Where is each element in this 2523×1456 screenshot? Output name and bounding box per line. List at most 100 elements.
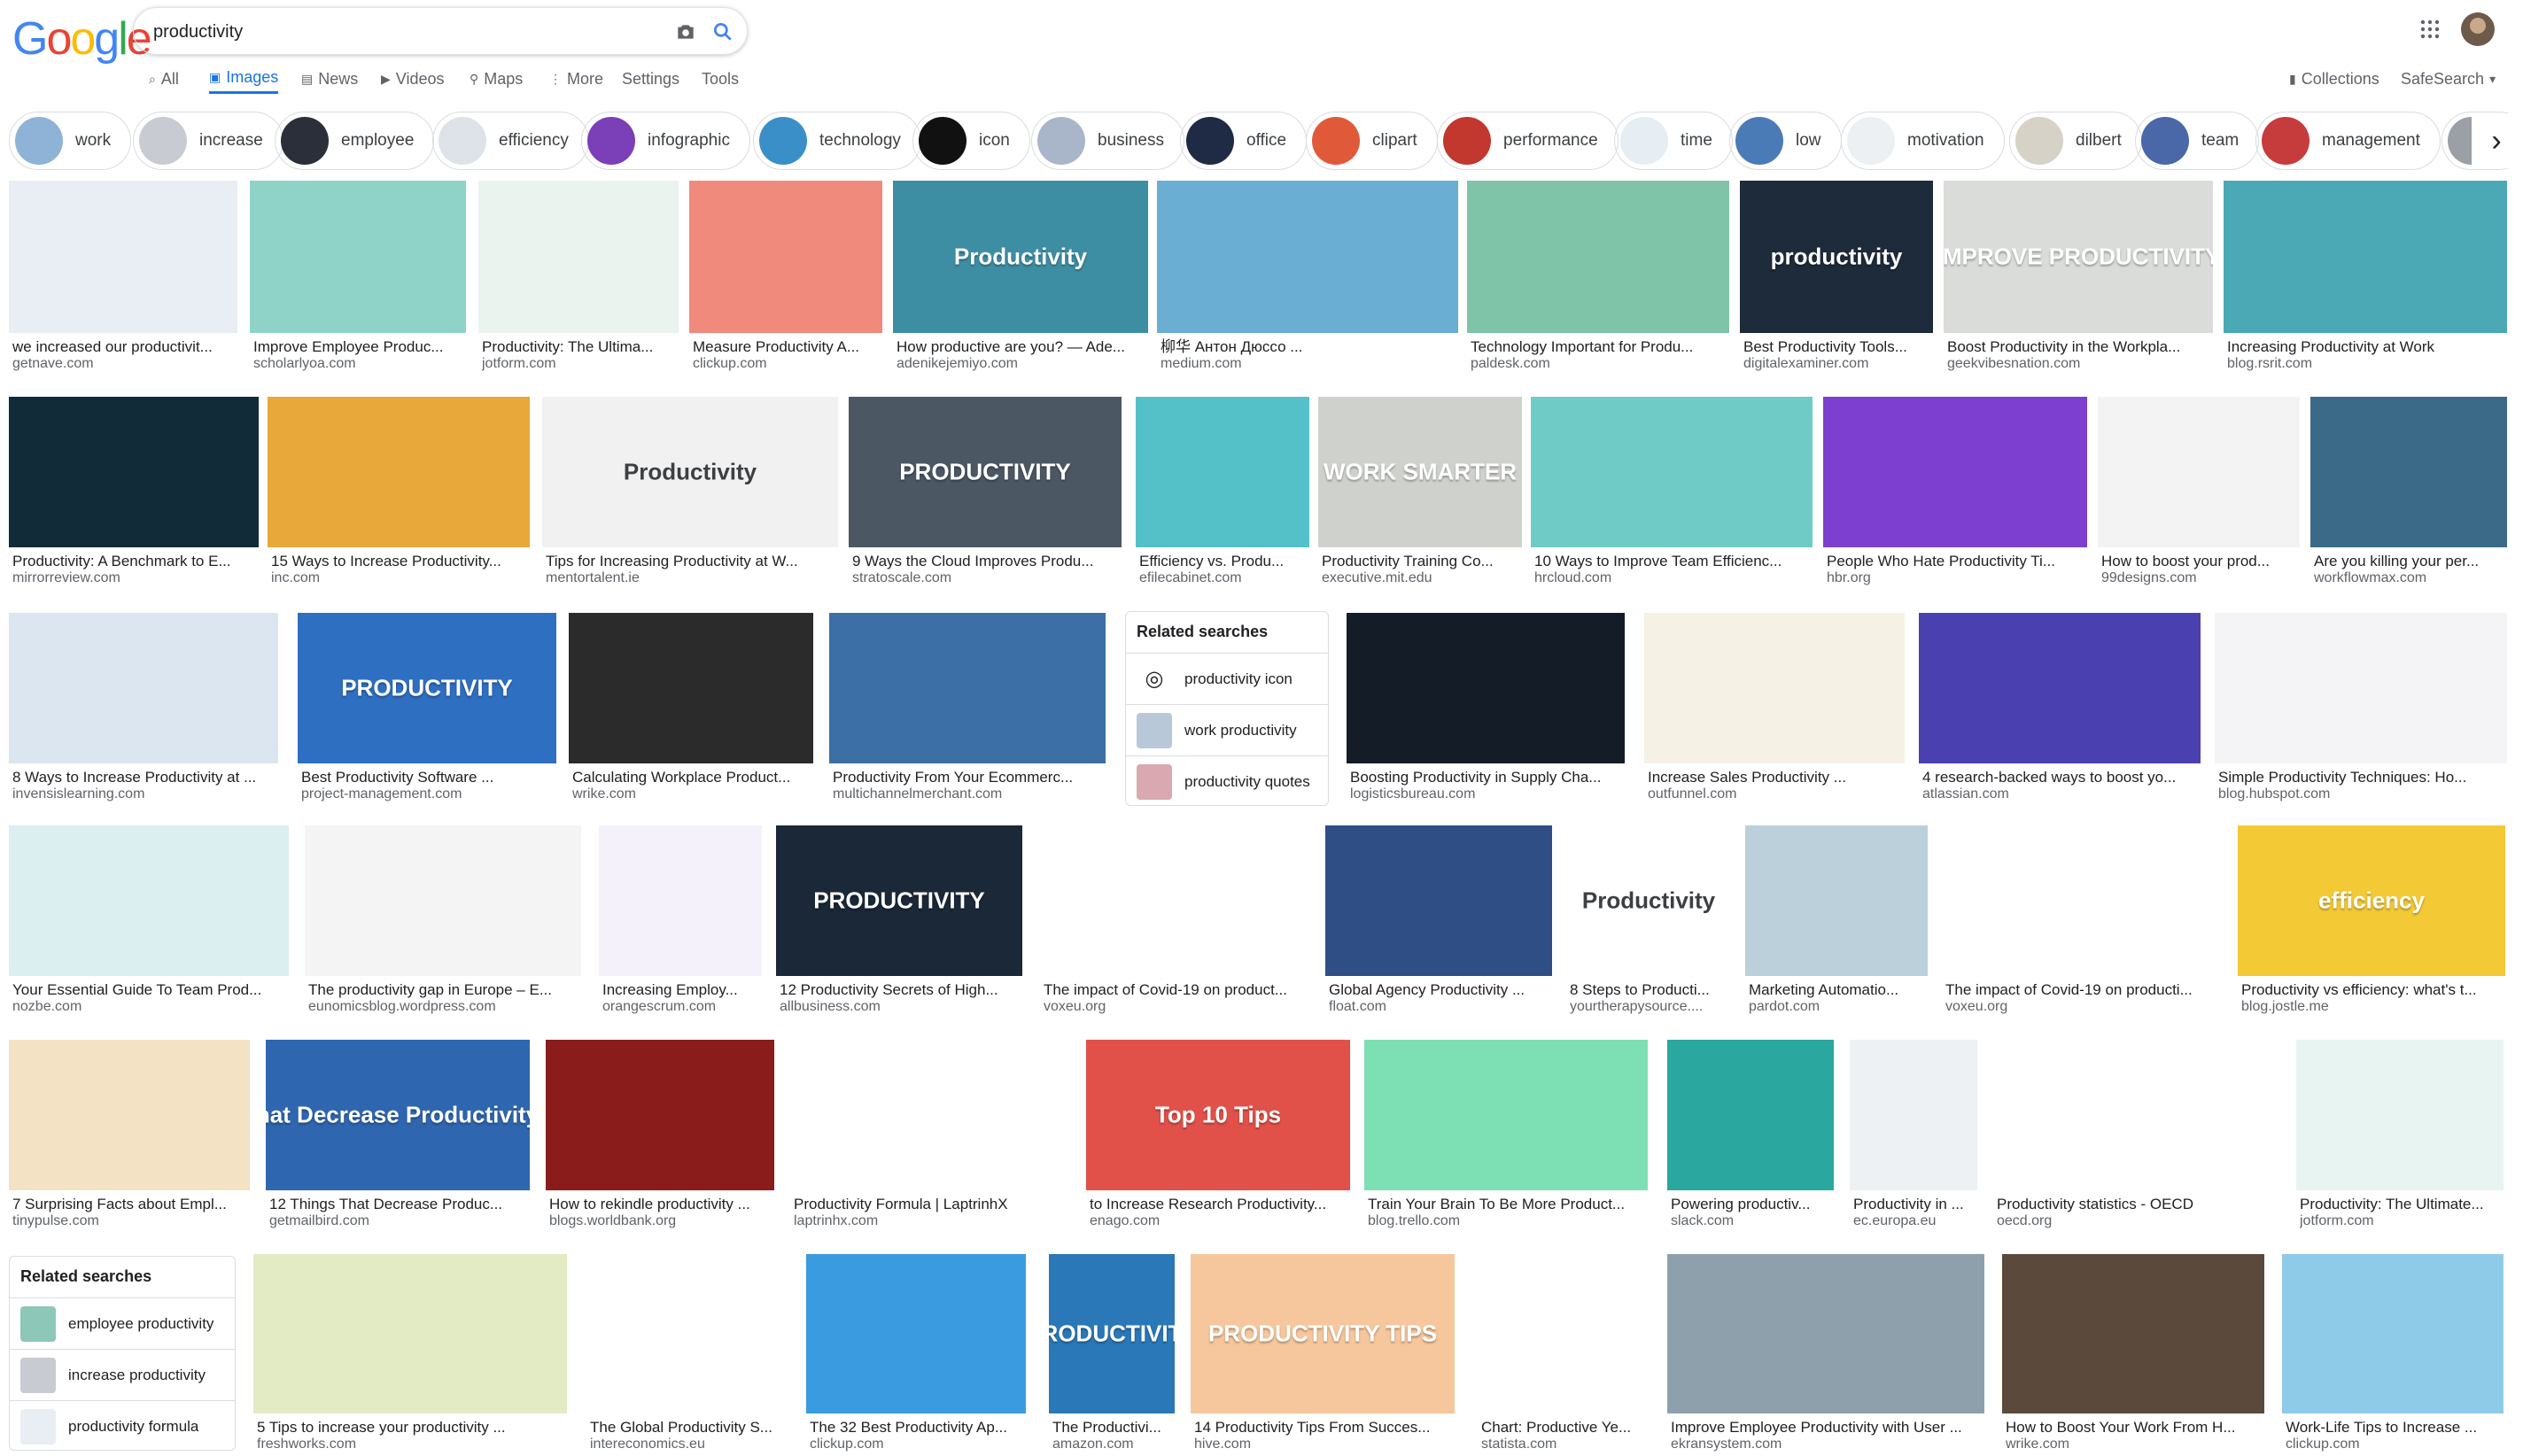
image-thumbnail[interactable]: PRODUCTIVITY: [849, 397, 1122, 547]
result-title[interactable]: Measure Productivity A...: [693, 338, 879, 356]
image-result[interactable]: Productivity Formula | LaptrinhX laptrinh…: [790, 1040, 1070, 1229]
result-source[interactable]: allbusiness.com: [780, 999, 1019, 1015]
image-result[interactable]: Increase Sales Productivity ... outfunnel…: [1644, 613, 1905, 802]
result-title[interactable]: 9 Ways the Cloud Improves Produ...: [852, 553, 1118, 570]
result-source[interactable]: mentortalent.ie: [546, 570, 835, 586]
image-result[interactable]: 4 research-backed ways to boost yo... atl…: [1919, 613, 2201, 802]
result-title[interactable]: Tips for Increasing Productivity at W...: [546, 553, 835, 570]
image-result[interactable]: PRODUCTIVITY 9 Ways the Cloud Improves Pr…: [849, 397, 1122, 586]
result-title[interactable]: Best Productivity Software ...: [301, 769, 553, 786]
result-source[interactable]: enago.com: [1090, 1213, 1347, 1229]
result-title[interactable]: 8 Ways to Increase Productivity at ...: [12, 769, 275, 786]
chip-increase[interactable]: increase: [133, 112, 283, 170]
image-result[interactable]: Productivity: The Ultimate... jotform.com: [2296, 1040, 2504, 1229]
chip-business[interactable]: business: [1031, 112, 1184, 170]
result-source[interactable]: statista.com: [1481, 1437, 1648, 1452]
result-title[interactable]: 15 Ways to Increase Productivity...: [271, 553, 526, 570]
collections-link[interactable]: ▮ Collections: [2289, 64, 2379, 94]
result-source[interactable]: getnave.com: [12, 356, 234, 372]
related-search-item[interactable]: work productivity: [1126, 704, 1328, 755]
result-title[interactable]: Productivity Training Co...: [1322, 553, 1518, 570]
google-logo[interactable]: Google: [12, 12, 152, 66]
result-title[interactable]: How productive are you? — Ade...: [897, 338, 1145, 356]
image-thumbnail[interactable]: [1364, 1040, 1648, 1190]
image-result[interactable]: Productivity 8 Steps to Producti... yourth…: [1566, 825, 1731, 1015]
result-source[interactable]: blog.trello.com: [1368, 1213, 1644, 1229]
result-title[interactable]: to Increase Research Productivity...: [1090, 1196, 1347, 1213]
result-source[interactable]: scholarlyoa.com: [253, 356, 462, 372]
image-thumbnail[interactable]: [569, 613, 813, 763]
result-source[interactable]: invensislearning.com: [12, 786, 275, 802]
image-thumbnail[interactable]: [1325, 825, 1552, 976]
image-result[interactable]: 15 Ways to Increase Productivity... inc.c…: [268, 397, 530, 586]
result-source[interactable]: oecd.org: [1997, 1213, 2277, 1229]
result-source[interactable]: intereconomics.eu: [590, 1437, 787, 1452]
safesearch-link[interactable]: SafeSearch ▾: [2401, 64, 2496, 94]
tab-tools[interactable]: Tools: [702, 64, 739, 94]
result-source[interactable]: yourtherapysource....: [1570, 999, 1727, 1015]
image-result[interactable]: The impact of Covid-19 on producti... vox…: [1942, 825, 2222, 1015]
image-result[interactable]: Global Agency Productivity ... float.com: [1325, 825, 1552, 1015]
result-source[interactable]: nozbe.com: [12, 999, 285, 1015]
result-title[interactable]: How to boost your prod...: [2101, 553, 2296, 570]
result-source[interactable]: voxeu.org: [1044, 999, 1306, 1015]
result-title[interactable]: Boosting Productivity in Supply Cha...: [1350, 769, 1621, 786]
result-source[interactable]: project-management.com: [301, 786, 553, 802]
result-title[interactable]: Your Essential Guide To Team Prod...: [12, 981, 285, 999]
result-title[interactable]: The Global Productivity S...: [590, 1419, 787, 1437]
result-title[interactable]: Efficiency vs. Produ...: [1139, 553, 1306, 570]
result-source[interactable]: outfunnel.com: [1648, 786, 1901, 802]
result-title[interactable]: 7 Surprising Facts about Empl...: [12, 1196, 246, 1213]
avatar[interactable]: [2461, 12, 2495, 46]
image-result[interactable]: How to rekindle productivity ... blogs.wo…: [546, 1040, 774, 1229]
chip-time[interactable]: time: [1614, 112, 1733, 170]
result-title[interactable]: Chart: Productive Ye...: [1481, 1419, 1648, 1437]
image-thumbnail[interactable]: [1531, 397, 1813, 547]
image-thumbnail[interactable]: [1157, 181, 1458, 333]
result-source[interactable]: wrike.com: [572, 786, 810, 802]
image-thumbnail[interactable]: [478, 181, 679, 333]
result-source[interactable]: inc.com: [271, 570, 526, 586]
chip-dilbert[interactable]: dilbert: [2009, 112, 2142, 170]
image-thumbnail[interactable]: [9, 825, 289, 976]
image-thumbnail[interactable]: [1667, 1254, 1984, 1413]
result-source[interactable]: orangescrum.com: [602, 999, 758, 1015]
result-source[interactable]: 99designs.com: [2101, 570, 2296, 586]
image-result[interactable]: Improve Employee Productivity with User …: [1667, 1254, 1984, 1452]
image-thumbnail[interactable]: [9, 181, 237, 333]
result-source[interactable]: pardot.com: [1749, 999, 1924, 1015]
result-source[interactable]: stratoscale.com: [852, 570, 1118, 586]
image-result[interactable]: Things that Decrease Productivity at Wor…: [266, 1040, 530, 1229]
chip-efficiency[interactable]: efficiency: [432, 112, 589, 170]
result-source[interactable]: eunomicsblog.wordpress.com: [308, 999, 578, 1015]
image-result[interactable]: Technology Important for Produ... paldesk…: [1467, 181, 1729, 372]
image-thumbnail[interactable]: [1942, 825, 2222, 976]
image-thumbnail[interactable]: [1040, 825, 1309, 976]
image-thumbnail[interactable]: PRODUCTIVITY: [1049, 1254, 1175, 1413]
image-result[interactable]: 7 Surprising Facts about Empl... tinypuls…: [9, 1040, 250, 1229]
image-thumbnail[interactable]: efficiency: [2238, 825, 2505, 976]
result-title[interactable]: 4 research-backed ways to boost yo...: [1922, 769, 2197, 786]
chip-clipart[interactable]: clipart: [1306, 112, 1438, 170]
image-result[interactable]: The Global Productivity S... intereconomi…: [586, 1254, 790, 1452]
result-source[interactable]: logisticsbureau.com: [1350, 786, 1621, 802]
result-source[interactable]: getmailbird.com: [269, 1213, 526, 1229]
result-title[interactable]: Improve Employee Productivity with User …: [1671, 1419, 1981, 1437]
image-thumbnail[interactable]: Productivity: [893, 181, 1148, 333]
image-thumbnail[interactable]: [2215, 613, 2507, 763]
image-result[interactable]: Train Your Brain To Be More Product... bl…: [1364, 1040, 1648, 1229]
result-title[interactable]: Are you killing your per...: [2314, 553, 2504, 570]
image-thumbnail[interactable]: PRODUCTIVITY: [298, 613, 556, 763]
result-source[interactable]: blogs.worldbank.org: [549, 1213, 771, 1229]
image-thumbnail[interactable]: [2310, 397, 2507, 547]
result-source[interactable]: wrike.com: [2006, 1437, 2261, 1452]
result-source[interactable]: clickup.com: [2286, 1437, 2500, 1452]
search-input[interactable]: [153, 19, 614, 45]
result-title[interactable]: Calculating Workplace Product...: [572, 769, 810, 786]
result-title[interactable]: 12 Productivity Secrets of High...: [780, 981, 1019, 999]
tab-maps[interactable]: ⚲ Maps: [470, 64, 523, 94]
result-title[interactable]: Increase Sales Productivity ...: [1648, 769, 1901, 786]
image-result[interactable]: productivity Best Productivity Tools... di…: [1740, 181, 1933, 372]
result-source[interactable]: blog.hubspot.com: [2218, 786, 2504, 802]
related-search-item[interactable]: ◎ productivity icon: [1126, 653, 1328, 704]
